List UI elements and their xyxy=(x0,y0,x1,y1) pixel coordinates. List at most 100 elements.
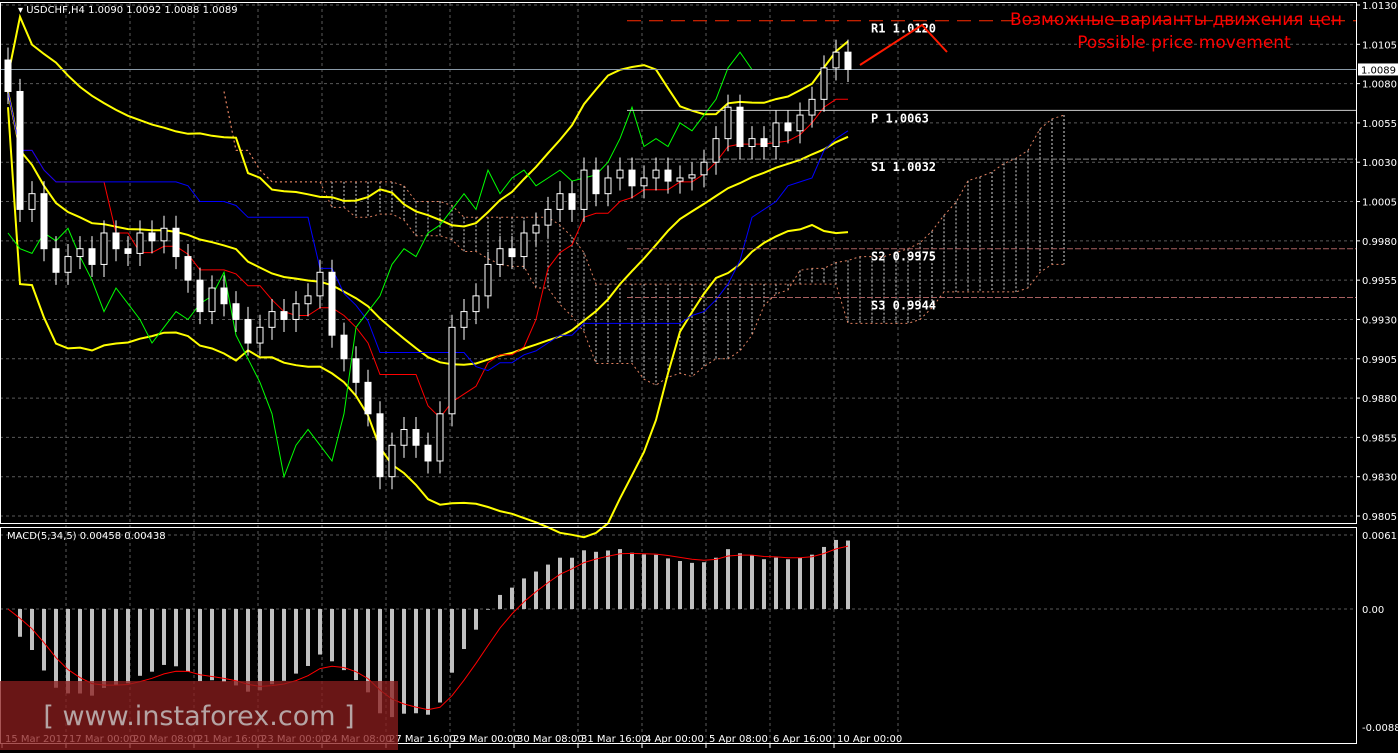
y-tick-label: 0.9980 xyxy=(1362,237,1397,248)
price-chart[interactable]: R1 1.0120P 1.0063S1 1.0032S2 0.9975S3 0.… xyxy=(0,0,1398,750)
macd-bar xyxy=(774,558,778,609)
candle-body xyxy=(557,194,563,210)
macd-bar xyxy=(702,562,706,609)
candle-body xyxy=(353,359,359,383)
macd-bar xyxy=(474,609,478,630)
macd-bar xyxy=(342,609,346,670)
candle-body xyxy=(761,139,767,147)
macd-bar xyxy=(426,609,430,715)
candle-body xyxy=(281,312,287,320)
macd-bar xyxy=(54,609,58,688)
macd-tick-label: 0.0061 xyxy=(1362,531,1397,542)
macd-bar xyxy=(162,609,166,665)
macd-bar xyxy=(186,609,190,672)
macd-bar xyxy=(822,547,826,609)
macd-bar xyxy=(834,540,838,609)
macd-bar xyxy=(138,609,142,676)
macd-bar xyxy=(594,552,598,609)
candle-body xyxy=(689,175,695,178)
macd-bar xyxy=(486,609,490,610)
macd-bar xyxy=(738,553,742,609)
pivot-label-S2: S2 0.9975 xyxy=(871,250,936,264)
candle-body xyxy=(521,233,527,257)
candle-body xyxy=(845,52,851,69)
candle-body xyxy=(185,257,191,281)
annotation-en: Possible price movement xyxy=(1077,33,1291,53)
candle-body xyxy=(257,327,263,343)
candle-body xyxy=(125,249,131,254)
candle-body xyxy=(641,178,647,186)
pivot-levels: R1 1.0120P 1.0063S1 1.0032S2 0.9975S3 0.… xyxy=(0,21,1356,313)
macd-bar xyxy=(258,609,262,690)
macd-bar xyxy=(402,609,406,714)
macd-bar xyxy=(330,609,334,661)
candle-body xyxy=(533,225,539,233)
macd-bar xyxy=(318,609,322,655)
candle-body xyxy=(701,162,707,175)
macd-bar xyxy=(174,609,178,666)
candle-body xyxy=(437,414,443,461)
candle-body xyxy=(725,107,731,138)
candle-body xyxy=(833,52,839,68)
candle-body xyxy=(305,296,311,304)
macd-bar xyxy=(618,549,622,609)
macd-bar xyxy=(846,541,850,609)
macd-bar xyxy=(570,558,574,609)
candle-body xyxy=(113,233,119,249)
macd-bar xyxy=(414,609,418,713)
macd-bar xyxy=(726,549,730,609)
y-tick-label: 0.9905 xyxy=(1362,355,1397,366)
candle-body xyxy=(809,99,815,115)
candle-body xyxy=(749,139,755,147)
y-tick-label: 1.0055 xyxy=(1362,119,1397,130)
candle-body xyxy=(161,228,167,241)
candle-body xyxy=(89,249,95,265)
macd-bar xyxy=(630,553,634,609)
macd-bar xyxy=(522,578,526,609)
candle-body xyxy=(461,312,467,328)
macd-bar xyxy=(510,588,514,609)
macd-bar xyxy=(102,609,106,688)
macd-bar xyxy=(786,559,790,609)
candle-body xyxy=(593,170,599,194)
candle-body xyxy=(53,249,59,273)
x-tick-label: 31 Mar 16:00 xyxy=(581,734,648,745)
candle-body xyxy=(233,304,239,320)
candle-body xyxy=(377,414,383,477)
candle-body xyxy=(629,170,635,186)
candle-body xyxy=(569,194,575,210)
grid xyxy=(0,3,1356,743)
candle-body xyxy=(341,335,347,359)
candle-body xyxy=(617,170,623,178)
macd-bar xyxy=(270,609,274,684)
candle-body xyxy=(269,312,275,328)
tenkan-line xyxy=(8,92,848,418)
macd-bar xyxy=(690,563,694,609)
candle-body xyxy=(581,170,587,209)
candle-body xyxy=(773,123,779,147)
macd-bar xyxy=(126,609,130,683)
ichimoku-cloud xyxy=(224,91,1064,385)
candle-body xyxy=(149,233,155,241)
x-tick-label: 6 Apr 16:00 xyxy=(773,734,832,745)
candle-body xyxy=(785,123,791,131)
candle-body xyxy=(365,382,371,413)
macd-bar xyxy=(582,550,586,609)
y-tick-label: 0.9955 xyxy=(1362,276,1397,287)
macd-bar xyxy=(546,565,550,609)
x-tick-label: 30 Mar 08:00 xyxy=(517,734,584,745)
x-tick-label: 27 Mar 16:00 xyxy=(389,734,456,745)
candle-body xyxy=(545,209,551,225)
x-tick-label: 29 Mar 00:00 xyxy=(453,734,520,745)
candle-body xyxy=(509,249,515,257)
macd-bar xyxy=(462,609,466,649)
macd-bar xyxy=(810,555,814,609)
candle-body xyxy=(293,304,299,320)
candle-body xyxy=(173,228,179,256)
x-tick-label: 4 Apr 00:00 xyxy=(645,734,704,745)
macd-bar xyxy=(498,595,502,609)
annotation-ru: Возможные варианты движения цен xyxy=(1010,10,1342,30)
main-pane-frame xyxy=(1,3,1357,524)
macd-bar xyxy=(234,609,238,685)
macd-bar xyxy=(606,550,610,609)
